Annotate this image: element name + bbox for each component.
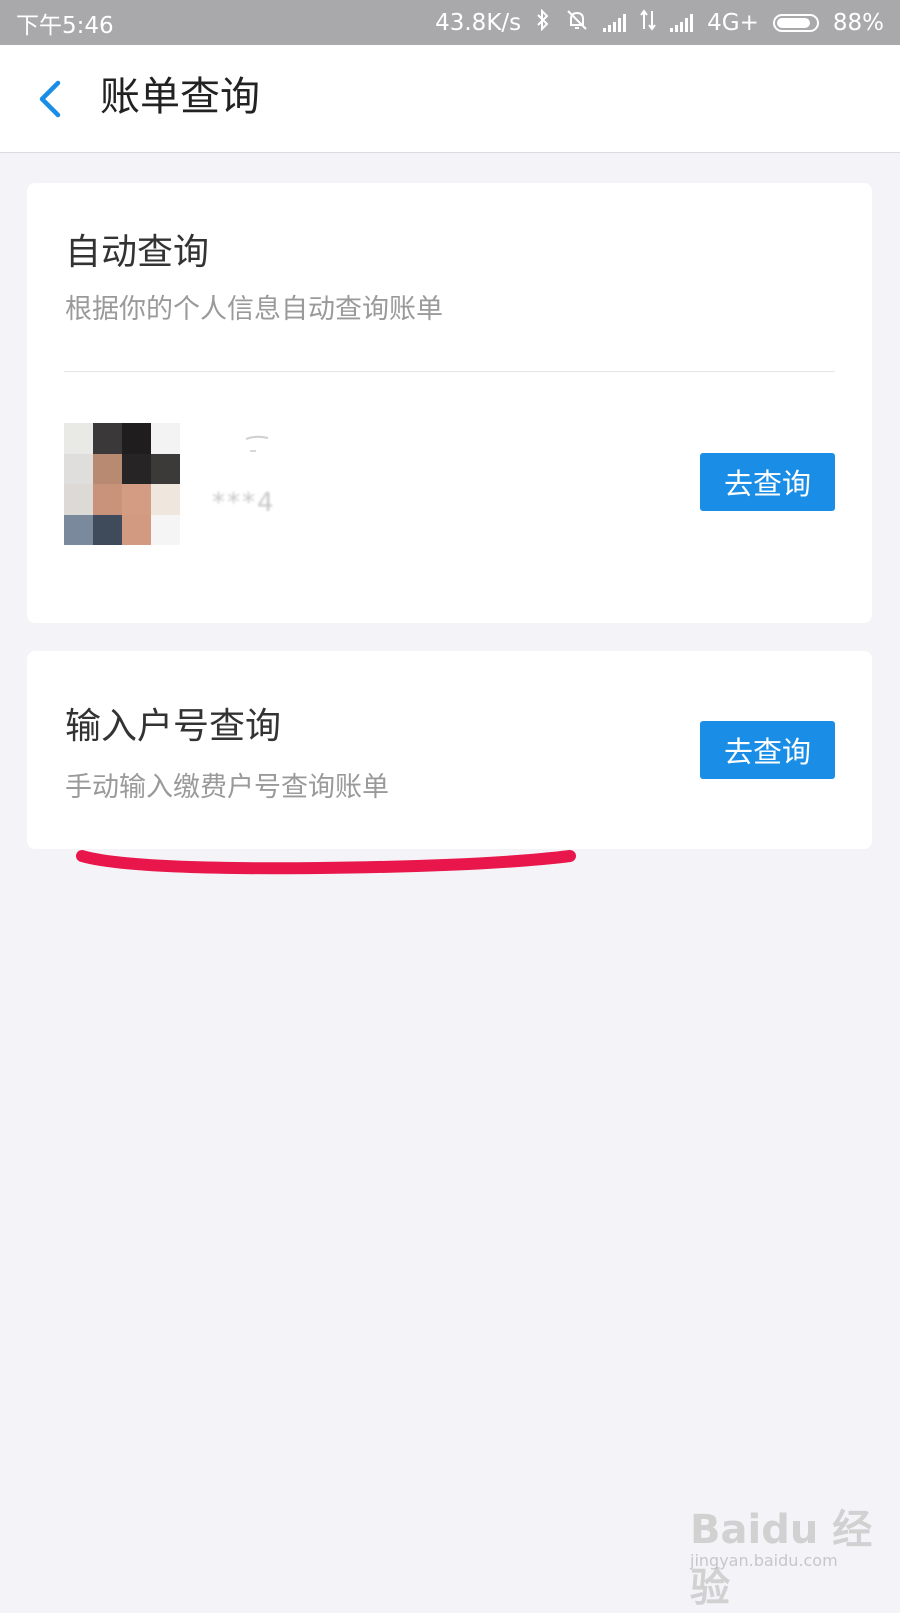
signal-icon [670, 13, 694, 32]
avatar-mosaic [64, 423, 180, 545]
auto-query-card: 自动查询 根据你的个人信息自动查询账单 ***4 去查询 [27, 183, 872, 623]
signal-icon [603, 13, 627, 32]
bluetooth-icon [535, 8, 551, 37]
data-arrows-icon [640, 8, 656, 37]
page-title: 账单查询 [100, 74, 260, 120]
header: 账单查询 [0, 45, 900, 153]
auto-query-title: 自动查询 [65, 232, 210, 273]
battery-percent: 88% [832, 9, 884, 36]
watermark-url: jingyan.baidu.com [690, 1551, 838, 1570]
auto-query-subtitle: 根据你的个人信息自动查询账单 [65, 294, 443, 325]
back-button[interactable] [30, 73, 74, 125]
avatar [64, 423, 180, 545]
status-indicators: 43.8K/s 4G+ 88% [435, 8, 884, 38]
manual-query-card: 输入户号查询 手动输入缴费户号查询账单 去查询 [27, 651, 872, 849]
masked-name [245, 435, 269, 452]
auto-query-button[interactable]: 去查询 [700, 453, 835, 511]
net-speed: 43.8K/s [435, 9, 522, 36]
network-type: 4G+ [707, 9, 759, 36]
chevron-left-icon [39, 80, 61, 118]
divider [64, 371, 835, 372]
battery-icon [772, 13, 819, 32]
status-bar: 下午5:46 43.8K/s 4G+ 88% [0, 0, 900, 45]
manual-query-button[interactable]: 去查询 [700, 721, 835, 779]
manual-query-subtitle: 手动输入缴费户号查询账单 [65, 772, 389, 803]
mute-bell-icon [565, 8, 589, 38]
status-time: 下午5:46 [16, 12, 114, 39]
baidu-watermark: Baidu 经验 jingyan.baidu.com [690, 1497, 880, 1611]
manual-query-title: 输入户号查询 [65, 706, 282, 747]
masked-account-number: ***4 [212, 488, 276, 518]
